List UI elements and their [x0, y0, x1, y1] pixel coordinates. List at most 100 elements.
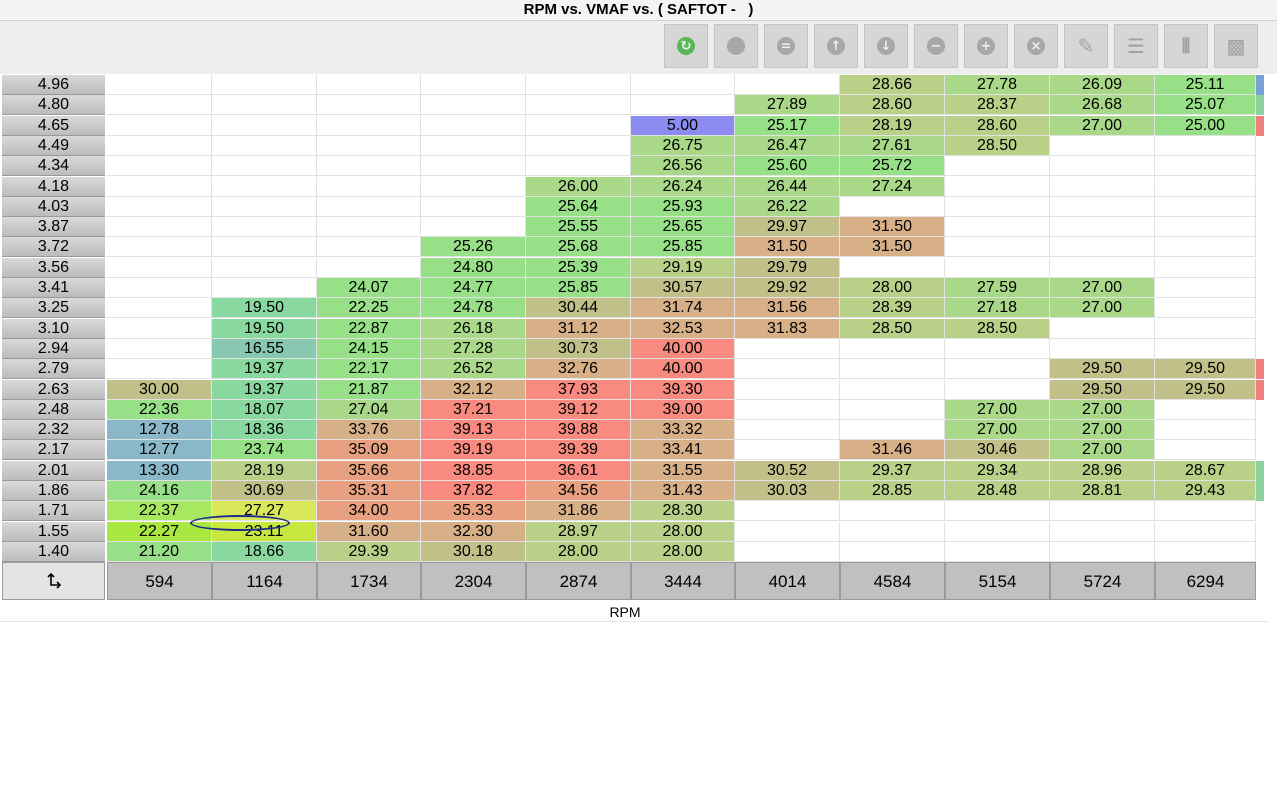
column-header[interactable]: 2874	[526, 562, 631, 600]
table-cell[interactable]	[735, 75, 840, 95]
table-cell[interactable]: 29.50	[1155, 379, 1256, 400]
table-cell[interactable]	[735, 521, 840, 542]
table-cell[interactable]: 24.15	[317, 338, 421, 359]
table-cell[interactable]	[840, 501, 945, 522]
column-header[interactable]: 594	[107, 562, 212, 600]
table-cell[interactable]	[317, 257, 421, 278]
table-cell[interactable]: 28.19	[840, 115, 945, 136]
table-cell[interactable]: 30.57	[631, 278, 735, 298]
table-cell[interactable]: 26.47	[735, 135, 840, 156]
table-cell[interactable]	[945, 521, 1050, 542]
row-header[interactable]: 3.41	[2, 278, 105, 298]
table-cell[interactable]	[526, 156, 631, 177]
column-header[interactable]: 3444	[631, 562, 735, 600]
table-cell[interactable]: 22.36	[107, 399, 212, 420]
table-cell[interactable]: 21.87	[317, 379, 421, 400]
row-header[interactable]: 2.01	[2, 460, 105, 481]
table-cell[interactable]: 27.00	[945, 420, 1050, 441]
table-cell[interactable]: 39.39	[526, 440, 631, 461]
table-cell[interactable]	[421, 115, 526, 136]
row-header[interactable]: 3.10	[2, 318, 105, 339]
table-cell[interactable]: 35.31	[317, 481, 421, 501]
table-cell[interactable]: 35.09	[317, 440, 421, 461]
table-cell[interactable]: 28.00	[631, 521, 735, 542]
table-cell[interactable]: 26.22	[735, 196, 840, 217]
table-cell[interactable]: 36.61	[526, 460, 631, 481]
table-cell[interactable]: 24.16	[107, 481, 212, 501]
table-cell[interactable]: 38.85	[421, 460, 526, 481]
table-cell[interactable]	[107, 196, 212, 217]
equals-button[interactable]: =	[764, 24, 808, 68]
table-cell[interactable]: 26.68	[1050, 95, 1155, 116]
table-cell[interactable]: 32.53	[631, 318, 735, 339]
table-cell[interactable]: 25.00	[1155, 115, 1256, 136]
table-cell[interactable]	[107, 156, 212, 177]
table-cell[interactable]: 31.74	[631, 298, 735, 319]
table-cell[interactable]	[421, 135, 526, 156]
table-cell[interactable]	[107, 298, 212, 319]
edit-button[interactable]: ✎	[1064, 24, 1108, 68]
column-header[interactable]: 1164	[212, 562, 317, 600]
table-cell[interactable]: 22.25	[317, 298, 421, 319]
table-cell[interactable]	[945, 176, 1050, 197]
table-cell[interactable]: 31.50	[735, 237, 840, 258]
table-cell[interactable]: 22.17	[317, 359, 421, 380]
table-cell[interactable]: 31.60	[317, 521, 421, 542]
table-cell[interactable]: 37.21	[421, 399, 526, 420]
table-cell[interactable]	[107, 217, 212, 238]
table-cell[interactable]	[212, 156, 317, 177]
row-header[interactable]: 4.80	[2, 95, 105, 116]
table-cell[interactable]	[945, 501, 1050, 522]
table-cell[interactable]: 27.18	[945, 298, 1050, 319]
table-cell[interactable]	[735, 359, 840, 380]
table-cell[interactable]: 31.12	[526, 318, 631, 339]
table-cell[interactable]: 30.00	[107, 379, 212, 400]
table-cell[interactable]: 37.82	[421, 481, 526, 501]
column-header[interactable]: 5154	[945, 562, 1050, 600]
table-cell[interactable]	[840, 257, 945, 278]
table-cell[interactable]	[1155, 541, 1256, 562]
table-cell[interactable]: 31.50	[840, 237, 945, 258]
table-cell[interactable]: 28.66	[840, 75, 945, 95]
column-header[interactable]: 6294	[1155, 562, 1256, 600]
table-cell[interactable]	[945, 217, 1050, 238]
table-cell[interactable]: 39.19	[421, 440, 526, 461]
column-header[interactable]: 5724	[1050, 562, 1155, 600]
table-cell[interactable]	[107, 75, 212, 95]
table-cell[interactable]: 12.77	[107, 440, 212, 461]
table-cell[interactable]: 28.30	[631, 501, 735, 522]
table-cell[interactable]	[1155, 237, 1256, 258]
row-header[interactable]: 4.96	[2, 75, 105, 95]
table-cell[interactable]: 27.00	[1050, 399, 1155, 420]
column-header[interactable]: 2304	[421, 562, 526, 600]
table-cell[interactable]	[945, 196, 1050, 217]
table-cell[interactable]: 31.56	[735, 298, 840, 319]
table-cell[interactable]	[840, 521, 945, 542]
row-header[interactable]: 2.79	[2, 359, 105, 380]
table-cell[interactable]: 26.44	[735, 176, 840, 197]
table-cell[interactable]	[1050, 257, 1155, 278]
table-cell[interactable]: 18.07	[212, 399, 317, 420]
table-cell[interactable]: 28.00	[631, 541, 735, 562]
table-cell[interactable]: 35.33	[421, 501, 526, 522]
table-cell[interactable]: 28.96	[1050, 460, 1155, 481]
table-cell[interactable]	[212, 196, 317, 217]
table-cell[interactable]: 25.64	[526, 196, 631, 217]
table-cell[interactable]: 29.43	[1155, 481, 1256, 501]
table-cell[interactable]: 26.24	[631, 176, 735, 197]
table-cell[interactable]: 30.03	[735, 481, 840, 501]
table-cell[interactable]	[212, 95, 317, 116]
table-cell[interactable]	[1050, 156, 1155, 177]
table-cell[interactable]: 39.00	[631, 399, 735, 420]
table-cell[interactable]	[1050, 541, 1155, 562]
row-header[interactable]: 2.17	[2, 440, 105, 461]
table-cell[interactable]: 31.43	[631, 481, 735, 501]
row-header[interactable]: 2.94	[2, 338, 105, 359]
table-cell[interactable]: 12.78	[107, 420, 212, 441]
table-cell[interactable]: 27.00	[1050, 278, 1155, 298]
table-cell[interactable]: 28.37	[945, 95, 1050, 116]
subtract-button[interactable]: −	[914, 24, 958, 68]
table-cell[interactable]: 32.12	[421, 379, 526, 400]
table-cell[interactable]	[526, 95, 631, 116]
table-cell[interactable]: 32.76	[526, 359, 631, 380]
